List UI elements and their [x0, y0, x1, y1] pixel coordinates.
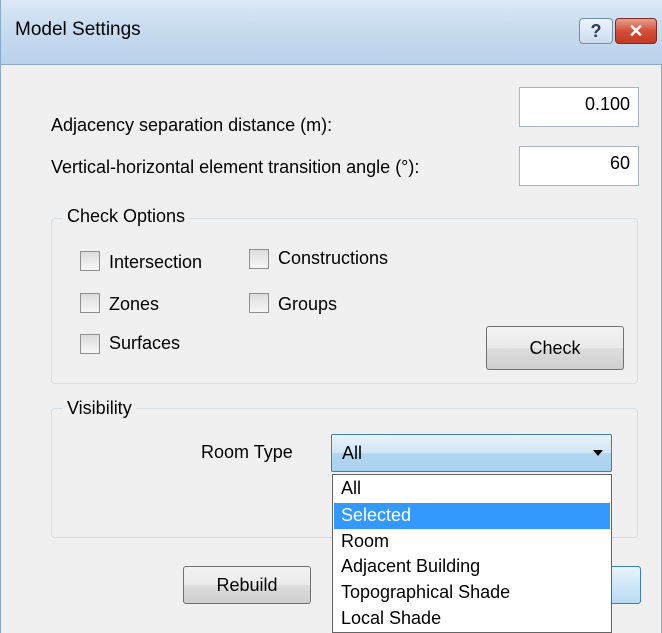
title-bar[interactable]: Model Settings ? ✕: [1, 0, 662, 65]
groups-label: Groups: [278, 294, 338, 314]
model-settings-dialog: Model Settings ? ✕ Adjacency separation …: [0, 0, 662, 633]
visibility-title: Visibility: [63, 398, 136, 419]
constructions-label: Constructions: [278, 248, 389, 268]
dropdown-option-adjacent-building[interactable]: Adjacent Building: [334, 554, 610, 580]
adjacency-distance-label: Adjacency separation distance (m):: [51, 115, 333, 135]
dialog-title: Model Settings: [15, 19, 141, 40]
check-button[interactable]: Check: [486, 326, 624, 370]
intersection-label: Intersection: [109, 252, 203, 272]
room-type-select[interactable]: All: [331, 434, 612, 472]
dropdown-arrow-icon: [593, 450, 603, 456]
room-type-label: Room Type: [201, 442, 293, 462]
room-type-dropdown-list: All Selected Room Adjacent Building Topo…: [332, 474, 612, 633]
rebuild-button[interactable]: Rebuild: [183, 566, 311, 604]
surfaces-label: Surfaces: [109, 333, 181, 353]
dropdown-option-all[interactable]: All: [334, 476, 610, 502]
check-options-title: Check Options: [63, 206, 190, 227]
constructions-checkbox[interactable]: [249, 249, 269, 269]
help-button[interactable]: ?: [579, 18, 613, 44]
adjacency-distance-input[interactable]: 0.100: [519, 87, 639, 127]
dropdown-option-room[interactable]: Room: [334, 529, 610, 555]
transition-angle-input[interactable]: 60: [519, 146, 639, 186]
surfaces-checkbox[interactable]: [80, 334, 100, 354]
transition-angle-label: Vertical-horizontal element transition a…: [51, 157, 420, 177]
dropdown-option-selected[interactable]: Selected: [334, 503, 610, 529]
room-type-value: All: [342, 443, 363, 463]
groups-checkbox[interactable]: [249, 293, 269, 313]
zones-label: Zones: [109, 294, 160, 314]
intersection-checkbox[interactable]: [80, 251, 100, 271]
dropdown-option-topographical-shade[interactable]: Topographical Shade: [334, 580, 610, 606]
zones-checkbox[interactable]: [80, 293, 100, 313]
close-button[interactable]: ✕: [615, 18, 657, 44]
dropdown-option-local-shade[interactable]: Local Shade: [334, 606, 610, 632]
